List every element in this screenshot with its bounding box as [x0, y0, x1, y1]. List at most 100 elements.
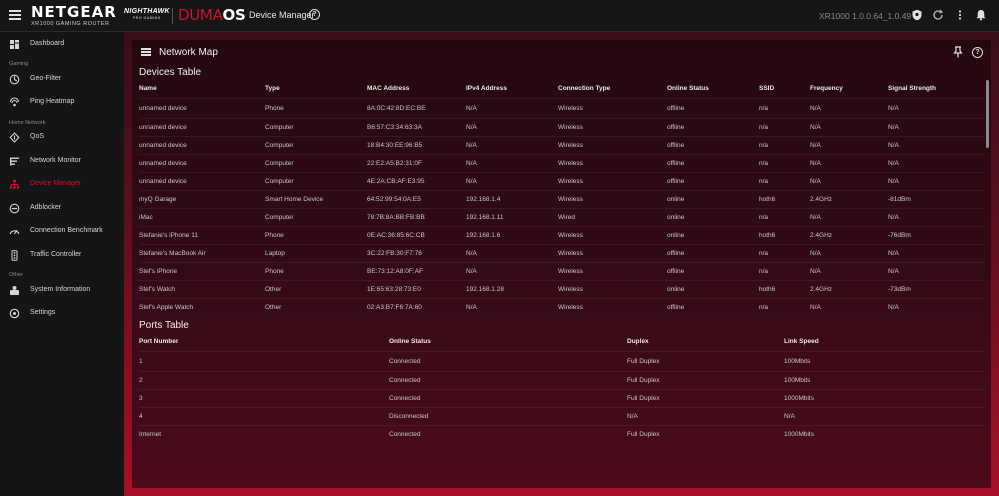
column-header-online-status[interactable]: Online Status	[667, 80, 759, 98]
table-row[interactable]: 2 Connected Full Duplex 100Mbits	[139, 370, 984, 389]
cell-connection-type: Wireless	[558, 189, 667, 208]
table-row[interactable]: 4 Disconnected N/A N/A	[139, 406, 984, 425]
devices-table-scrollbar[interactable]	[986, 80, 989, 148]
sidebar-item-qos[interactable]: QoS	[0, 129, 124, 147]
cell-ssid: n/a	[759, 207, 810, 226]
sidebar-item-dashboard[interactable]: Dashboard	[0, 36, 124, 54]
table-row[interactable]: 3 Connected Full Duplex 1000Mbits	[139, 388, 984, 407]
cell-duplex: Full Duplex	[627, 370, 784, 389]
brand-name: NETGEAR	[31, 3, 117, 21]
cell-ssid: n/a	[759, 153, 810, 172]
cell-online-status: online	[667, 189, 759, 208]
cell-duplex: N/A	[627, 406, 784, 425]
refresh-icon[interactable]	[932, 9, 944, 21]
pin-icon[interactable]	[953, 46, 963, 58]
column-header-duplex[interactable]: Duplex	[627, 333, 784, 351]
cell-mac-address: 78:7B:8A:BB:FB:BB	[367, 207, 466, 226]
cell-frequency: N/A	[810, 117, 888, 136]
cell-frequency: N/A	[810, 207, 888, 226]
cell-frequency: 2.4GHz	[810, 189, 888, 208]
settings-icon	[9, 308, 20, 319]
sidebar-item-adblocker[interactable]: Adblocker	[0, 200, 124, 218]
cell-online-status: Connected	[389, 424, 627, 443]
column-header-ipv4[interactable]: IPv4 Address	[466, 80, 558, 98]
panel-menu-icon[interactable]	[141, 48, 151, 56]
column-header-ssid[interactable]: SSID	[759, 80, 810, 98]
cell-signal-strength: N/A	[888, 153, 984, 172]
sidebar-item-label: Settings	[30, 309, 56, 316]
sidebar-item-network-monitor[interactable]: Network Monitor	[0, 153, 124, 171]
panel-title: Network Map	[159, 47, 218, 58]
panel-help-icon[interactable]: ?	[972, 47, 983, 58]
cell-frequency: N/A	[810, 135, 888, 154]
table-row[interactable]: unnamed device Computer B6:57:C3:34:63:3A N…	[139, 117, 984, 136]
cell-online-status: offline	[667, 261, 759, 280]
column-header-link-speed[interactable]: Link Speed	[784, 333, 984, 351]
shield-icon[interactable]	[911, 9, 923, 21]
help-icon[interactable]: ?	[309, 9, 320, 20]
table-row[interactable]: iMac Computer 78:7B:8A:BB:FB:BB 192.168.1.1…	[139, 207, 984, 226]
cell-signal-strength: N/A	[888, 297, 984, 316]
column-header-type[interactable]: Type	[265, 80, 367, 98]
sidebar-item-settings[interactable]: Settings	[0, 305, 124, 323]
menu-icon[interactable]	[9, 10, 21, 20]
dashboard-icon	[10, 40, 19, 49]
cell-type: Computer	[265, 117, 367, 136]
cell-name: myQ Garage	[139, 189, 265, 208]
sidebar-item-label: Geo-Filter	[30, 75, 62, 82]
column-header-port-number[interactable]: Port Number	[139, 333, 389, 351]
table-row[interactable]: unnamed device Phone 8A:0C:42:8D:EC:BE N/A W…	[139, 97, 984, 118]
column-header-port-status[interactable]: Online Status	[389, 333, 627, 351]
dumaos-logo: DUMAOS	[178, 6, 246, 24]
notification-bell-icon[interactable]	[975, 9, 987, 21]
cell-mac-address: 22:E2:A5:B2:31:0F	[367, 153, 466, 172]
sidebar-item-connection-benchmark[interactable]: Connection Benchmark	[0, 223, 124, 241]
sidebar-item-system-information[interactable]: System Information	[0, 282, 124, 300]
table-row[interactable]: unnamed device Computer 22:E2:A5:B2:31:0F N…	[139, 153, 984, 172]
table-row[interactable]: Internet Connected Full Duplex 1000Mbits	[139, 424, 984, 443]
ports-table-header: Port Number Online Status Duplex Link Sp…	[139, 333, 984, 351]
devices-table-body: unnamed device Phone 8A:0C:42:8D:EC:BE N/A W…	[139, 97, 984, 316]
cell-mac-address: 18:B4:30:EE:96:B5	[367, 135, 466, 154]
cell-type: Phone	[265, 97, 367, 118]
sidebar-item-ping-heatmap[interactable]: Ping Heatmap	[0, 94, 124, 112]
cell-signal-strength: -73dBm	[888, 279, 984, 298]
cell-signal-strength: -76dBm	[888, 225, 984, 244]
table-row[interactable]: myQ Garage Smart Home Device 64:52:99:54:0…	[139, 189, 984, 208]
cell-ipv4-address: N/A	[466, 117, 558, 136]
table-row[interactable]: Stef's Apple Watch Other 02:A3:B7:F6:7A:60…	[139, 297, 984, 316]
column-header-name[interactable]: Name	[139, 80, 265, 98]
cell-ipv4-address: N/A	[466, 243, 558, 262]
cell-ssid: hoth6	[759, 189, 810, 208]
cell-online-status: offline	[667, 153, 759, 172]
ports-table-body: 1 Connected Full Duplex 100Mbits 2 Connected F…	[139, 350, 984, 443]
column-header-mac[interactable]: MAC Address	[367, 80, 466, 98]
cell-duplex: Full Duplex	[627, 424, 784, 443]
cell-signal-strength: N/A	[888, 97, 984, 118]
nighthawk-logo: NIGHTHAWK PRO GAMING	[124, 8, 170, 20]
sidebar-item-geo-filter[interactable]: Geo-Filter	[0, 71, 124, 89]
column-header-signal-strength[interactable]: Signal Strength	[888, 80, 984, 98]
cell-duplex: Full Duplex	[627, 388, 784, 407]
more-vert-icon[interactable]	[954, 9, 966, 21]
cell-signal-strength: N/A	[888, 135, 984, 154]
cell-ipv4-address: N/A	[466, 171, 558, 190]
sidebar-item-label: Ping Heatmap	[30, 98, 75, 105]
table-row[interactable]: Stefanie's iPhone 11 Phone 0E:AC:36:85:6C:…	[139, 225, 984, 244]
cell-connection-type: Wireless	[558, 279, 667, 298]
ports-table: Port Number Online Status Duplex Link Sp…	[139, 333, 984, 443]
cell-mac-address: B6:57:C3:34:63:3A	[367, 117, 466, 136]
cell-online-status: offline	[667, 171, 759, 190]
column-header-connection-type[interactable]: Connection Type	[558, 80, 667, 98]
cell-type: Phone	[265, 261, 367, 280]
table-row[interactable]: Stef's iPhone Phone BE:73:12:A8:0F:AF N/A Wi…	[139, 261, 984, 280]
sidebar-item-device-manager[interactable]: Device Manager	[0, 176, 124, 194]
column-header-frequency[interactable]: Frequency	[810, 80, 888, 98]
table-row[interactable]: unnamed device Computer 4E:2A:CB:AF:E3:95 N…	[139, 171, 984, 190]
sidebar-item-traffic-controller[interactable]: Traffic Controller	[0, 247, 124, 265]
cell-ssid: n/a	[759, 171, 810, 190]
table-row[interactable]: 1 Connected Full Duplex 100Mbits	[139, 350, 984, 371]
table-row[interactable]: unnamed device Computer 18:B4:30:EE:96:B5 N…	[139, 135, 984, 154]
table-row[interactable]: Stef's Watch Other 1E:65:63:28:73:E0 192.16…	[139, 279, 984, 298]
table-row[interactable]: Stefanie's MacBook Air Laptop 3C:22:FB:30:…	[139, 243, 984, 262]
